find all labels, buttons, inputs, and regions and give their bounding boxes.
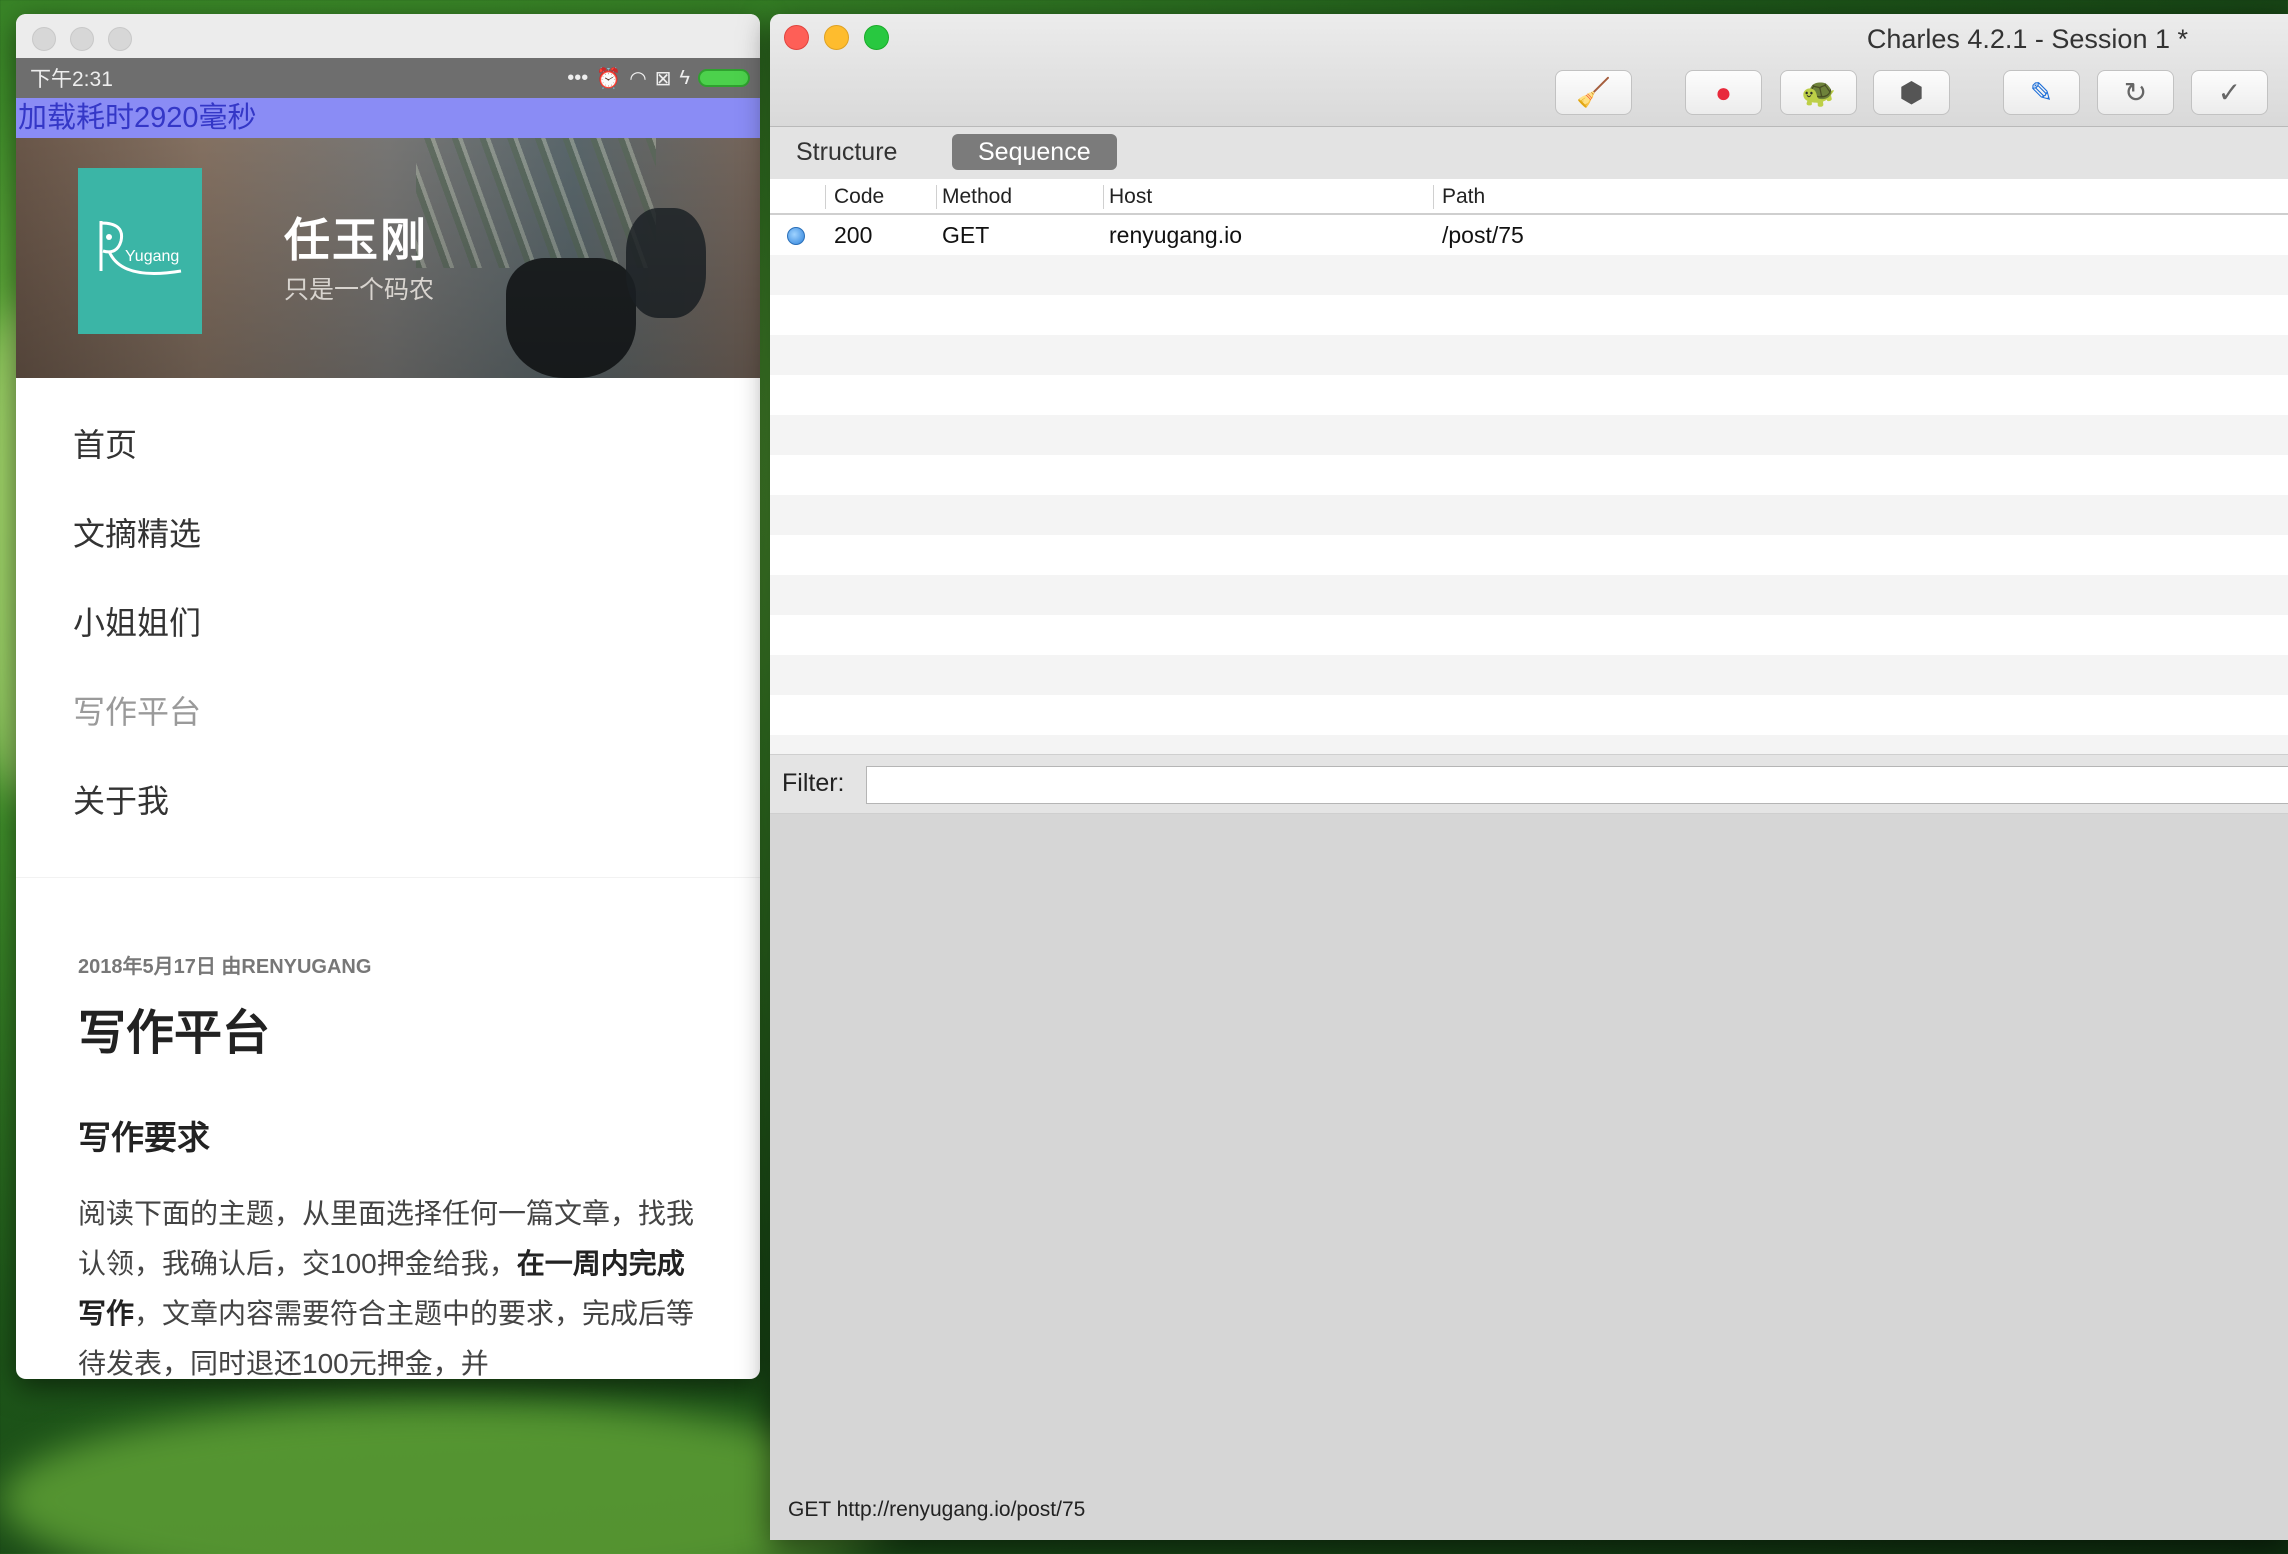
empty-row <box>770 415 2288 455</box>
post-body-text: ，文章内容需要符合主题中的要求，完成后等待发表，同时退还100元押金，并 <box>78 1298 695 1379</box>
table-row[interactable]: 200 GET renyugang.io /post/75 <box>770 215 2288 255</box>
status-time: 下午2:31 <box>30 68 113 91</box>
sim-icon: ⊠ <box>654 67 672 90</box>
post-meta: 2018年5月17日 由RENYUGANG <box>78 956 372 978</box>
repeat-icon: ↻ <box>2123 77 2148 108</box>
post-body: 阅读下面的主题，从里面选择任何一篇文章，找我认领，我确认后，交100押金给我，在… <box>78 1189 698 1379</box>
nav-item-home[interactable]: 首页 <box>16 398 760 487</box>
column-header-path[interactable]: Path <box>1442 179 1485 215</box>
record-button[interactable]: ● <box>1685 70 1762 115</box>
charles-window: Charles 4.2.1 - Session 1 * 🧹 ● 🐢 ⬢ ✎ ↻ … <box>770 14 2288 1540</box>
empty-row <box>770 575 2288 615</box>
breakpoint-hexagon-icon: ⬢ <box>1899 77 1924 108</box>
throttle-button[interactable]: 🐢 <box>1780 70 1857 115</box>
maximize-window-button[interactable] <box>864 25 889 50</box>
charles-titlebar: Charles 4.2.1 - Session 1 * 🧹 ● 🐢 ⬢ ✎ ↻ … <box>770 14 2288 127</box>
filter-input[interactable] <box>866 766 2288 804</box>
cell-method: GET <box>942 222 990 248</box>
view-tabs: Structure Sequence <box>770 127 2288 179</box>
charging-icon: ϟ <box>679 66 690 89</box>
nav-item-girls[interactable]: 小姐姐们 <box>16 576 760 665</box>
site-title[interactable]: 任玉刚 <box>284 204 428 270</box>
desktop-wallpaper-blob <box>0 1400 900 1554</box>
empty-row <box>770 535 2288 575</box>
cell-host: renyugang.io <box>1109 222 1242 248</box>
nav-item-digest[interactable]: 文摘精选 <box>16 487 760 576</box>
column-header-method[interactable]: Method <box>942 179 1012 215</box>
validate-button[interactable]: ✓ <box>2191 70 2268 115</box>
throttle-turtle-icon: 🐢 <box>1801 77 1836 108</box>
empty-row <box>770 335 2288 375</box>
request-status-icon <box>787 227 805 245</box>
clear-session-button[interactable]: 🧹 <box>1555 70 1632 115</box>
nav-item-about[interactable]: 关于我 <box>16 754 760 843</box>
empty-row <box>770 655 2288 695</box>
empty-row <box>770 295 2288 335</box>
yugang-logo-icon: Yugang <box>99 221 182 275</box>
site-tagline: 只是一个码农 <box>284 276 435 304</box>
empty-row <box>770 615 2288 655</box>
tab-structure[interactable]: Structure <box>770 134 923 170</box>
battery-icon <box>698 69 750 87</box>
column-header-host[interactable]: Host <box>1109 179 1152 215</box>
post-subtitle: 写作要求 <box>78 1119 210 1156</box>
minimize-window-button[interactable] <box>824 25 849 50</box>
empty-row <box>770 255 2288 295</box>
compose-button[interactable]: ✎ <box>2003 70 2080 115</box>
android-status-bar: 下午2:31 ••• ⏰ ◠ ⊠ ϟ <box>16 58 760 98</box>
cell-code: 200 <box>834 222 873 248</box>
logo-text: Yugang <box>125 248 179 265</box>
repeat-button[interactable]: ↻ <box>2097 70 2174 115</box>
compose-pen-icon: ✎ <box>2029 77 2054 108</box>
emulator-titlebar <box>16 14 760 58</box>
validate-check-icon: ✓ <box>2217 77 2242 108</box>
site-logo[interactable]: Yugang <box>78 168 202 334</box>
record-icon: ● <box>1715 76 1732 108</box>
load-time-banner: 加载耗时2920毫秒 <box>16 98 760 138</box>
maximize-window-button[interactable] <box>108 27 132 51</box>
empty-row <box>770 695 2288 735</box>
sequence-table: Code Method Host Path 200 GET renyugang.… <box>770 179 2288 775</box>
empty-row <box>770 375 2288 415</box>
site-header: Yugang 任玉刚 只是一个码农 <box>16 138 760 378</box>
table-header: Code Method Host Path <box>770 179 2288 215</box>
more-dots-icon: ••• <box>567 66 589 89</box>
breakpoints-button[interactable]: ⬢ <box>1873 70 1950 115</box>
status-icons: ••• ⏰ ◠ ⊠ ϟ <box>567 66 750 91</box>
close-window-button[interactable] <box>784 25 809 50</box>
alarm-icon: ⏰ <box>596 67 622 90</box>
empty-row <box>770 455 2288 495</box>
nav-item-writing-platform[interactable]: 写作平台 <box>16 665 760 754</box>
cell-path: /post/75 <box>1442 222 1524 248</box>
window-title: Charles 4.2.1 - Session 1 * <box>1866 24 2188 54</box>
phone-emulator-window: 下午2:31 ••• ⏰ ◠ ⊠ ϟ 加载耗时2920毫秒 Yugang 任玉刚… <box>16 14 760 1379</box>
column-header-code[interactable]: Code <box>834 179 884 215</box>
status-bar-text: GET http://renyugang.io/post/75 <box>788 1498 1086 1521</box>
site-nav: 首页 文摘精选 小姐姐们 写作平台 关于我 <box>16 378 760 878</box>
broom-icon: 🧹 <box>1576 77 1611 108</box>
article: 2018年5月17日 由RENYUGANG 写作平台 写作要求 阅读下面的主题，… <box>16 878 760 1379</box>
close-window-button[interactable] <box>32 27 56 51</box>
minimize-window-button[interactable] <box>70 27 94 51</box>
tab-sequence[interactable]: Sequence <box>952 134 1117 170</box>
filter-bar: Filter: <box>770 754 2288 814</box>
filter-label: Filter: <box>782 769 845 797</box>
empty-row <box>770 495 2288 535</box>
post-title: 写作平台 <box>78 1007 271 1060</box>
wifi-icon: ◠ <box>629 67 647 90</box>
